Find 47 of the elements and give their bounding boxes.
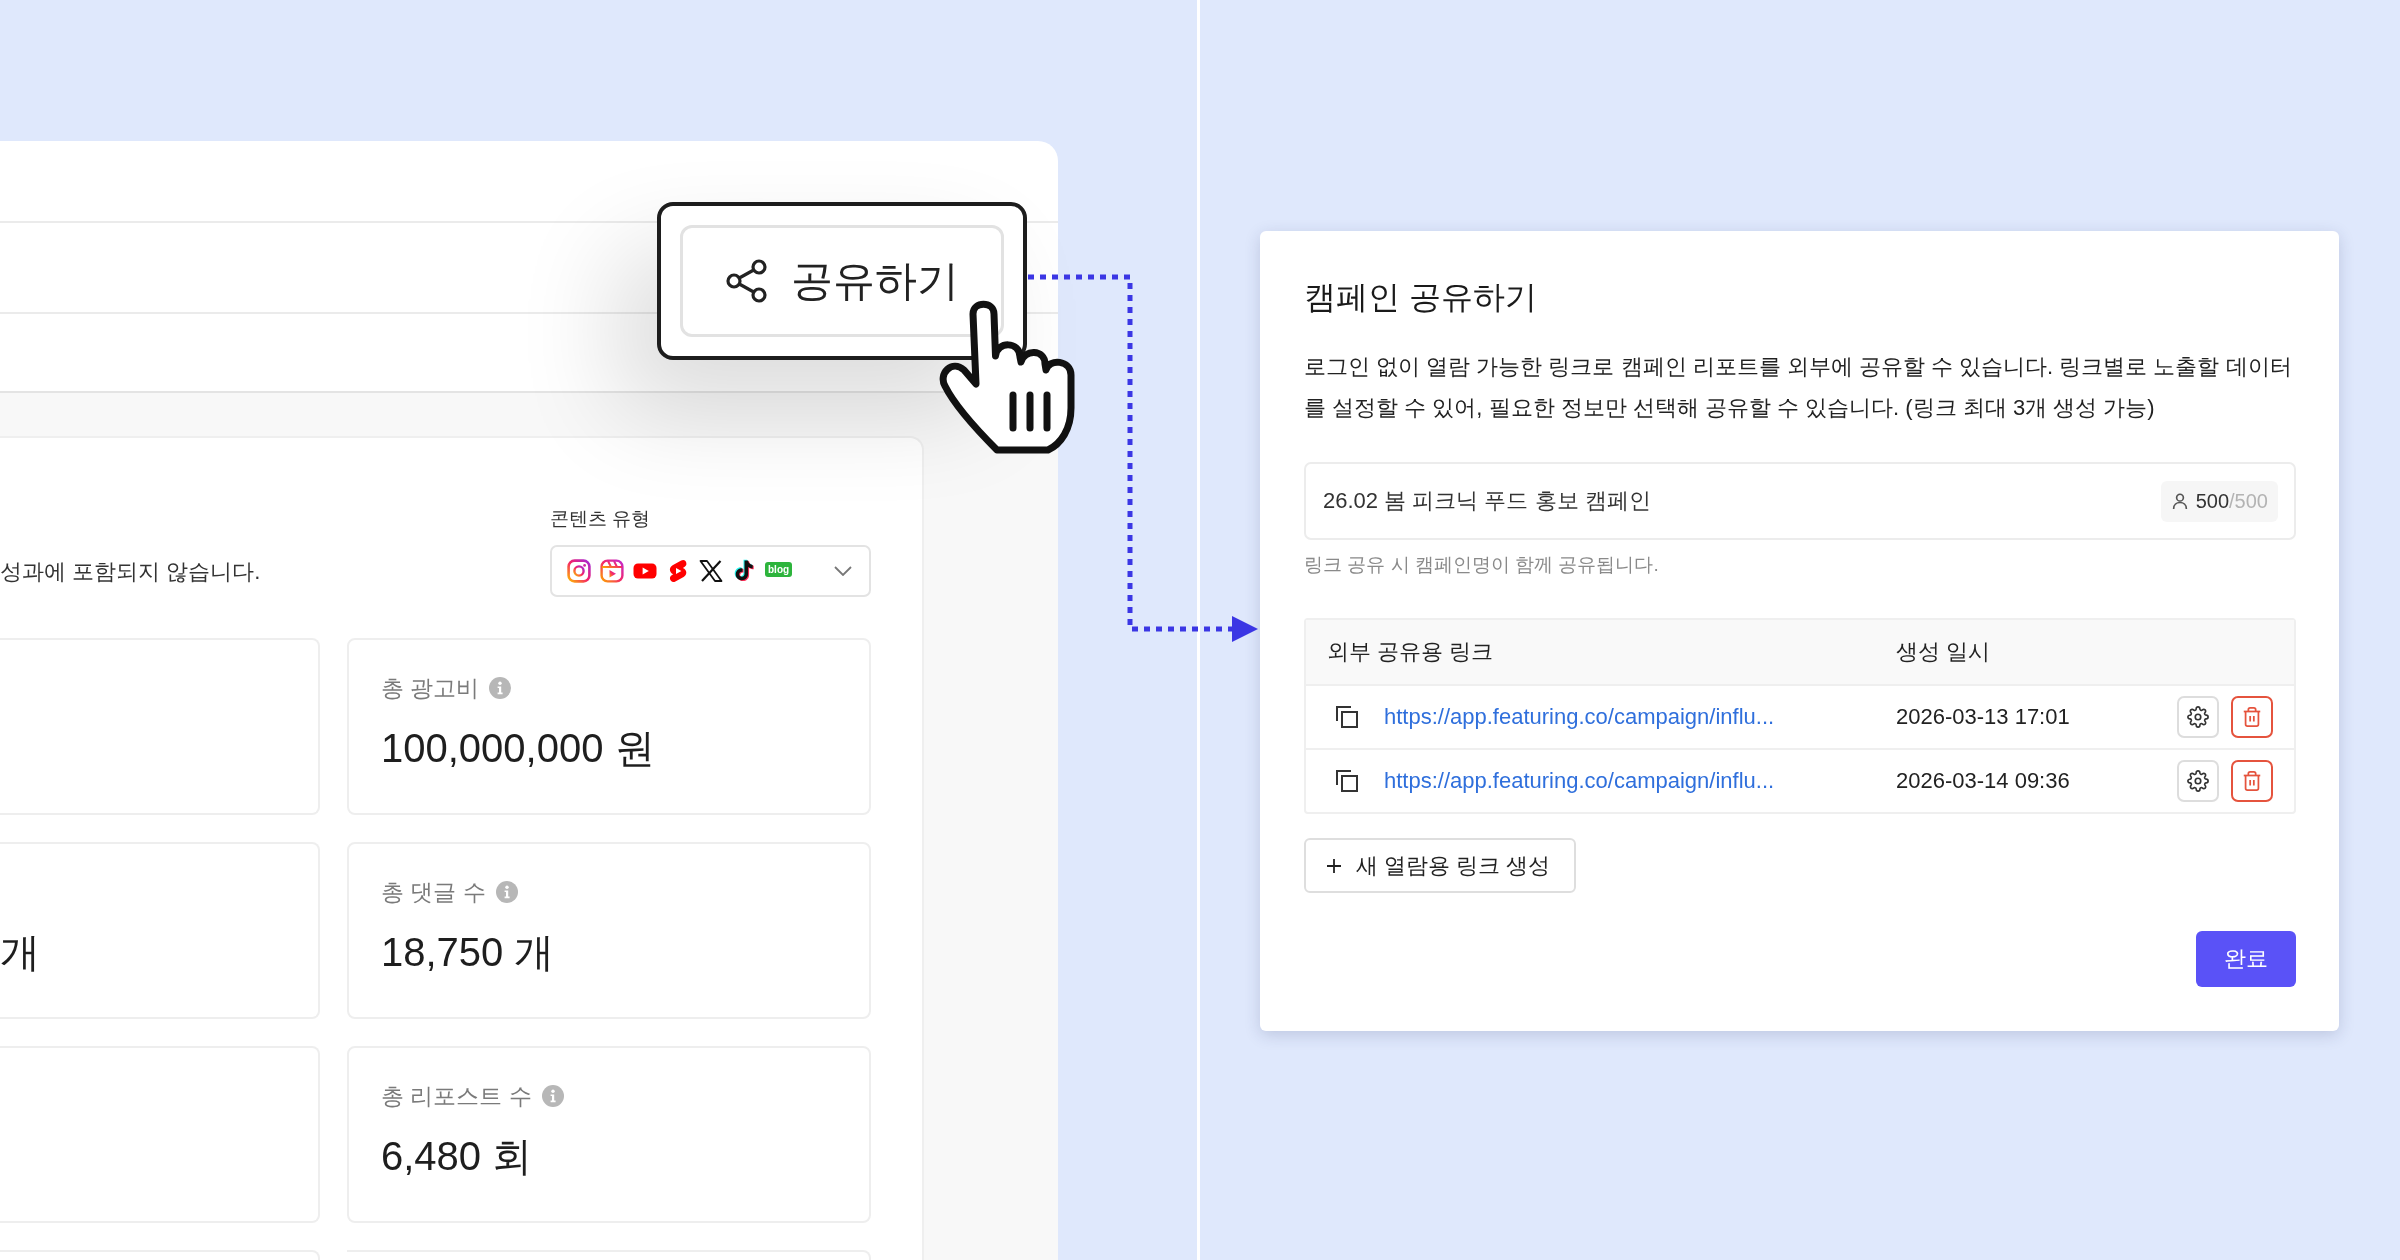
new-link-button[interactable]: 새 열람용 링크 생성 — [1304, 838, 1577, 893]
column-header: 생성 일시 — [1896, 638, 1992, 666]
dialog-title: 캠페인 공유하기 — [1304, 278, 1538, 317]
share-link[interactable]: https://app.featuring.co/campaign/influ... — [1384, 704, 1775, 730]
info-icon — [489, 677, 512, 699]
trash-icon — [2241, 770, 2263, 792]
metric-value: 6,480 회 — [381, 1133, 534, 1180]
share-button[interactable]: 공유하기 — [680, 225, 1004, 337]
metric-value: 18,750 개 — [381, 929, 556, 976]
field-hint: 링크 공유 시 캠페인명이 함께 공유됩니다. — [1304, 553, 1660, 577]
chevron-down-icon — [834, 566, 852, 576]
metric-label: 총 리포스트 수 — [381, 1082, 532, 1111]
copy-icon[interactable] — [1334, 704, 1360, 730]
metric-value: 개 — [0, 929, 41, 976]
filter-label: 콘텐츠 유형 — [550, 507, 652, 531]
gear-icon — [2187, 706, 2209, 728]
x-mark-icon — [699, 559, 723, 583]
count-limit: /500 — [2229, 489, 2268, 512]
settings-button[interactable] — [2177, 696, 2219, 738]
delete-button[interactable] — [2231, 760, 2273, 802]
settings-button[interactable] — [2177, 760, 2219, 802]
share-icon — [725, 259, 769, 303]
copy-icon[interactable] — [1334, 768, 1360, 794]
person-icon — [2170, 492, 2189, 510]
metric-label: 총 광고비 — [381, 674, 480, 703]
camera-icon — [567, 559, 591, 583]
clapper-play-icon — [600, 559, 624, 583]
metric-label: 총 댓글 수 — [381, 878, 486, 907]
trash-icon — [2241, 706, 2263, 728]
column-header: 외부 공유용 링크 — [1326, 638, 1495, 666]
blog-tag: blog — [765, 561, 793, 577]
count-value: 500 — [2195, 489, 2230, 512]
platform-dropdown[interactable]: blog — [550, 545, 871, 597]
gear-icon — [2187, 770, 2209, 792]
delete-button[interactable] — [2231, 696, 2273, 738]
info-icon — [541, 1085, 564, 1107]
created-date: 2026-03-14 09:36 — [1896, 768, 2071, 794]
metric-value: 100,000,000 원 — [381, 725, 656, 772]
plus-icon — [1326, 857, 1342, 874]
campaign-name-field[interactable]: 26.02 봄 피크닉 푸드 홍보 캠페인 500/500 — [1304, 462, 2296, 540]
dialog-description: 로그인 없이 열람 가능한 링크로 캠페인 리포트를 외부에 공유할 수 있습니다. 링크별로 노출할 데이터를 설정할 수 있어, 필요한 정보만 선택해 공유할 수 있습니다. (링크 최대 3개 생성 가능) — [1304, 353, 2293, 422]
done-button[interactable]: 완료 — [2196, 931, 2296, 987]
music-note-icon — [732, 559, 756, 583]
notice-text: 성과에 포함되지 않습니다. — [0, 558, 261, 586]
info-icon — [495, 881, 518, 903]
created-date: 2026-03-13 17:01 — [1896, 704, 2071, 730]
share-link[interactable]: https://app.featuring.co/campaign/influ... — [1384, 768, 1775, 794]
